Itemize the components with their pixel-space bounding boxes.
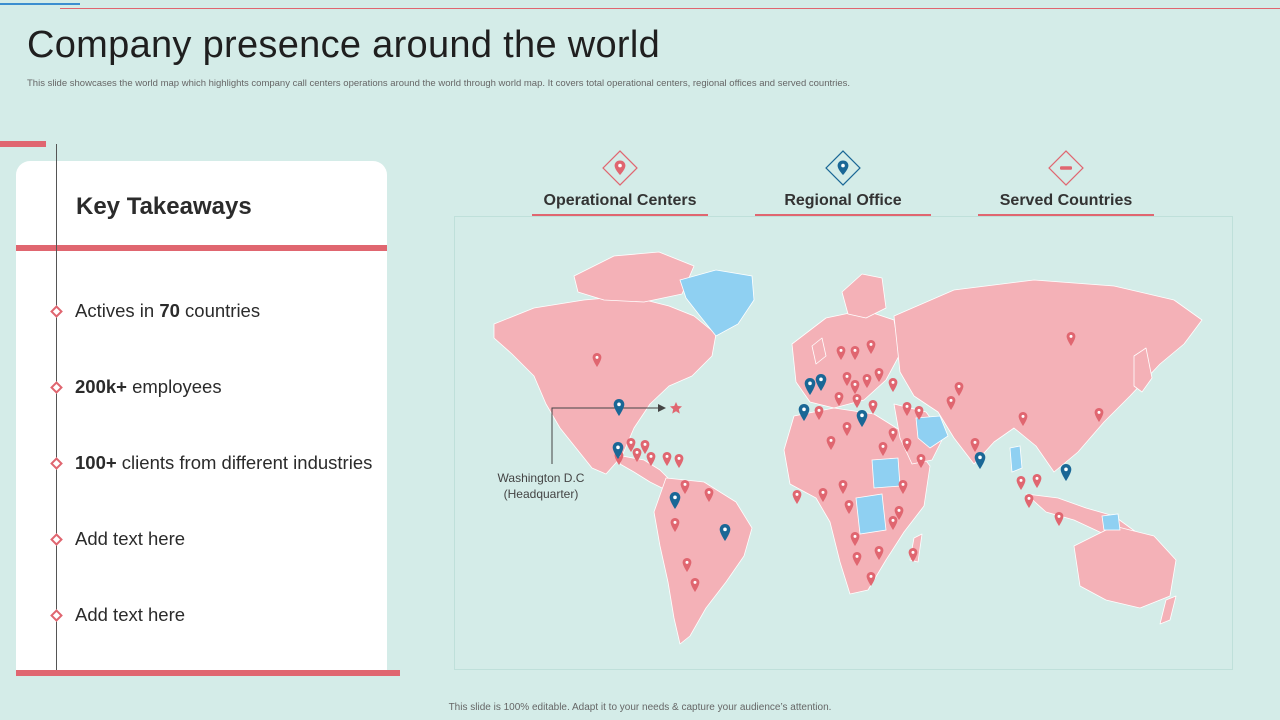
regional-office-pin [1060,464,1072,481]
legend-label: Served Countries [999,192,1133,209]
headquarter-label: Washington D.C (Headquarter) [497,471,585,501]
page-title: Company presence around the world [27,24,661,66]
takeaway-item: Add text here [50,603,186,627]
diamond-bullet-icon [50,608,63,622]
top-divider-line [60,8,1280,9]
legend-label: Regional Office [784,192,902,209]
legend-label: Operational Centers [543,192,697,209]
operational-center-pin [1016,476,1026,490]
timeline-top-accent [0,141,46,147]
europe-shape [791,309,901,409]
operational-center-pin [868,400,878,414]
blue-region-sudan [871,457,901,489]
new-zealand-shape [1159,595,1177,625]
blue-region-myanmar [1009,445,1023,473]
operational-center-pin [1054,512,1064,526]
diamond-bullet-icon [50,380,63,394]
operational-center-pin [674,454,684,468]
arctic-islands-shape [573,251,695,303]
takeaway-text: Add text here [75,604,186,625]
legend-served-countries: Served Countries [978,144,1154,218]
world-map [493,251,1203,645]
operational-center-pin [792,490,802,504]
key-takeaways-heading: Key Takeaways [76,193,252,220]
takeaway-item: 100+ clients from different industries [50,451,373,475]
blue-region-papua [1101,513,1121,531]
operational-center-pin [888,378,898,392]
north-america-shape [493,295,717,475]
takeaway-text: 100+ clients from different industries [75,452,373,473]
operational-center-pin [640,440,650,454]
regional-office-pin [974,452,986,469]
minus-icon [1048,150,1084,186]
arrow-icon [658,404,666,412]
operational-center-pin [1032,474,1042,488]
scandinavia-shape [841,273,887,319]
card-bottom-bar [16,670,400,676]
legend-operational-centers: Operational Centers [532,144,708,218]
heading-divider-bar [16,245,387,251]
south-america-shape [653,477,753,645]
timeline-line [56,144,57,671]
key-takeaways-card: Key Takeaways [16,161,387,673]
takeaway-item: 200k+ employees [50,375,222,399]
takeaway-text: 200k+ employees [75,376,222,397]
headquarter-star-icon [670,402,682,414]
map-pin-icon [602,150,638,186]
map-pin-icon [825,150,861,186]
australia-shape [1073,525,1177,609]
page-subtitle: This slide showcases the world map which… [27,78,851,89]
takeaway-text: Actives in 70 countries [75,300,261,321]
takeaway-text: Add text here [75,528,186,549]
operational-center-pin [852,394,862,408]
footer-note: This slide is 100% editable. Adapt it to… [448,702,832,713]
blue-region-congo [855,493,887,535]
takeaway-item: Add text here [50,527,186,551]
diamond-bullet-icon [50,304,63,318]
takeaway-item: Actives in 70 countries [50,299,261,323]
diamond-bullet-icon [50,456,63,470]
top-accent-bar [0,3,80,5]
operational-center-pin [662,452,672,466]
operational-center-pin [1024,494,1034,508]
legend-regional-office: Regional Office [755,144,931,218]
diamond-bullet-icon [50,532,63,546]
